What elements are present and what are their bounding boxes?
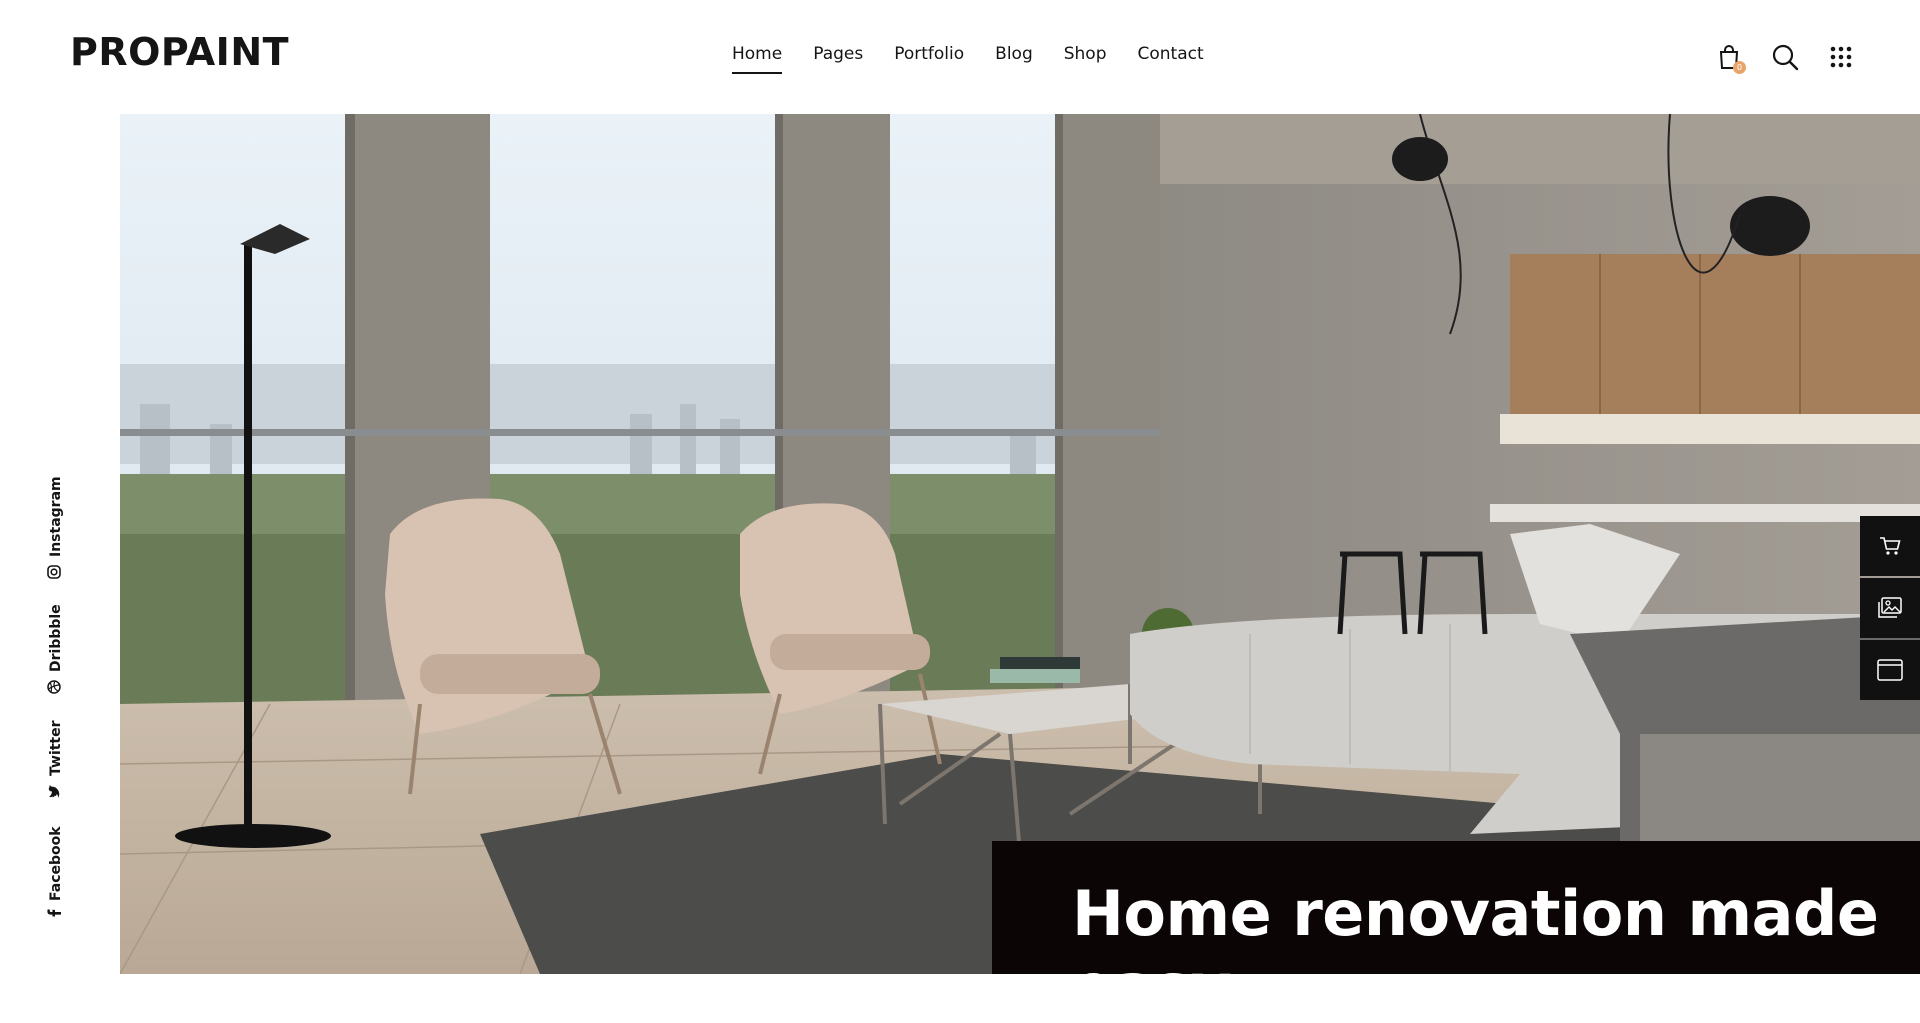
nav-item-portfolio[interactable]: Portfolio [894, 44, 964, 74]
social-label: Instagram [48, 476, 64, 557]
nav-item-pages[interactable]: Pages [813, 44, 863, 74]
facebook-icon [47, 909, 65, 917]
nav-item-home[interactable]: Home [732, 44, 783, 74]
social-links: Instagram Dribbble Twitter Facebook [44, 476, 68, 940]
nav-item-contact[interactable]: Contact [1138, 44, 1204, 74]
cart-count-badge: 0 [1733, 61, 1746, 74]
nav-item-blog[interactable]: Blog [995, 44, 1033, 74]
social-label: Twitter [48, 720, 64, 776]
header-actions: 0 [1714, 42, 1856, 74]
social-label: Dribbble [48, 604, 64, 672]
grid-menu-icon[interactable] [1826, 42, 1856, 72]
shopping-bag-icon[interactable]: 0 [1714, 42, 1746, 74]
image-gallery-icon[interactable] [1860, 578, 1920, 638]
social-instagram[interactable]: Instagram [44, 476, 68, 579]
twitter-icon [48, 784, 64, 798]
window-icon[interactable] [1860, 640, 1920, 700]
social-twitter[interactable]: Twitter [44, 720, 68, 798]
social-label: Facebook [48, 826, 64, 901]
side-toolbar [1860, 516, 1920, 700]
site-logo[interactable]: PROPAINT [70, 30, 289, 74]
instagram-icon [47, 565, 65, 579]
social-facebook[interactable]: Facebook [44, 826, 68, 917]
cart-icon[interactable] [1860, 516, 1920, 576]
social-dribbble[interactable]: Dribbble [44, 604, 68, 694]
dribbble-icon [47, 680, 65, 694]
hero-caption-box: Home renovation made easy [992, 841, 1920, 1023]
site-header: PROPAINT Home Pages Portfolio Blog Shop … [0, 0, 1920, 114]
main-nav: Home Pages Portfolio Blog Shop Contact [732, 44, 1235, 74]
nav-item-shop[interactable]: Shop [1064, 44, 1107, 74]
hero-caption: Home renovation made easy [1072, 877, 1879, 1023]
search-icon[interactable] [1770, 42, 1800, 72]
